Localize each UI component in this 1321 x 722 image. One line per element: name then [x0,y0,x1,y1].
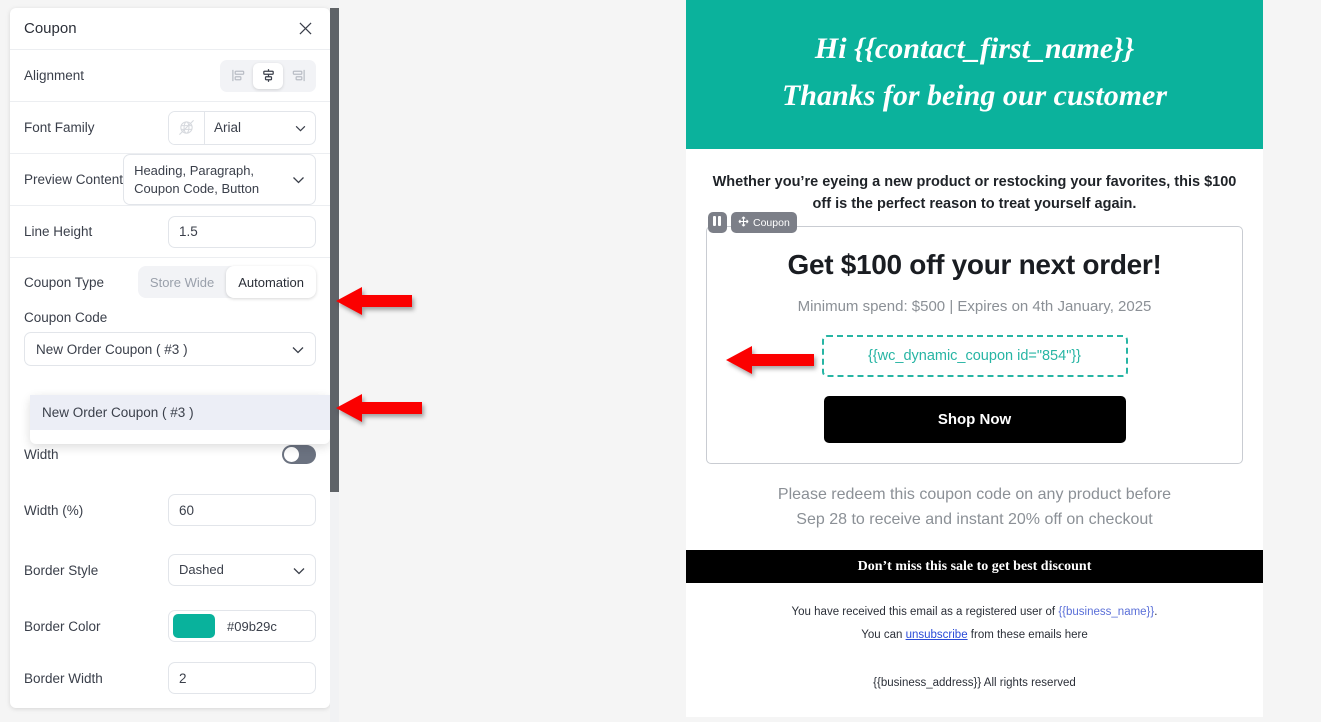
line-height-row: Line Height 1.5 [10,206,330,259]
coupon-code-value: New Order Coupon ( #3 ) [36,341,188,357]
chevron-down-icon [295,120,306,135]
font-family-select[interactable]: Arial [205,112,315,144]
border-width-row: Border Width 2 [10,652,330,704]
annotation-arrow-coupon-code-option [336,394,422,422]
footer-address: {{business_address}} All rights reserved [873,677,1076,690]
alignment-segmented-control [220,59,316,92]
close-icon[interactable] [294,18,316,40]
align-right-icon[interactable] [283,63,313,89]
shop-now-button[interactable]: Shop Now [823,395,1126,443]
font-family-row: Font Family Arial [10,102,330,154]
border-color-swatch[interactable] [173,614,215,639]
width-toggle-label: Width [24,446,59,462]
font-family-combo: Arial [168,110,316,145]
coupon-element-badge[interactable]: Coupon [731,212,797,233]
border-color-row: Border Color #09b29c [10,600,330,652]
coupon-code-row: Coupon Code New Order Coupon ( #3 ) [10,306,330,367]
border-style-row: Border Style Dashed [10,540,330,600]
coupon-code-label: Coupon Code [24,310,108,326]
font-family-label: Font Family [24,120,95,135]
align-left-icon[interactable] [223,63,253,89]
coupon-type-toggle-group: Store Wide Automation [137,266,316,299]
panel-title: Coupon [24,20,77,37]
email-body: Whether you’re eyeing a new product or r… [686,149,1263,216]
width-percent-label: Width (%) [24,502,84,518]
preview-content-label: Preview Content [24,172,124,188]
footer-line-1: You have received this email as a regist… [706,601,1243,623]
align-center-icon[interactable] [253,62,283,89]
coupon-code-option[interactable]: New Order Coupon ( #3 ) [30,395,330,430]
border-style-select[interactable]: Dashed [168,554,316,587]
coupon-type-label: Coupon Type [24,274,105,290]
coupon-code-select[interactable]: New Order Coupon ( #3 ) [24,332,316,367]
footer-line2-after: from these emails here [967,628,1088,641]
border-style-value: Dashed [179,562,224,578]
line-height-input[interactable]: 1.5 [168,215,316,248]
width-percent-row: Width (%) 60 [10,480,330,540]
promo-black-bar: Don’t miss this sale to get best discoun… [686,550,1263,584]
coupon-code-box[interactable]: {{wc_dynamic_coupon id="854"}} [821,334,1128,377]
coupon-badge-label: Coupon [753,216,790,229]
footer-business-name-var: {{business_name}} [1058,606,1155,619]
border-width-input[interactable]: 2 [168,662,316,695]
coupon-type-automation-option[interactable]: Automation [226,266,316,299]
footer-line-2: You can unsubscribe from these emails he… [706,624,1243,646]
globe-slash-icon[interactable] [169,111,205,144]
border-width-label: Border Width [24,670,103,686]
drag-handle-badge[interactable] [708,212,727,233]
unsubscribe-link[interactable]: unsubscribe [906,629,968,641]
footer-line1-after: . [1154,606,1158,619]
border-style-label: Border Style [24,562,99,578]
font-family-value: Arial [214,120,242,135]
preview-content-select[interactable]: Heading, Paragraph, Coupon Code, Button [123,154,316,206]
annotation-arrow-coupon-code-preview [726,346,814,374]
line-height-label: Line Height [24,224,93,240]
panel-header: Coupon [10,8,330,50]
annotation-arrow-coupon-type [336,287,412,315]
element-badge-row: Coupon [708,212,797,233]
intro-paragraph: Whether you’re eyeing a new product or r… [712,174,1237,213]
redeem-line-2: Sep 28 to receive and instant 20% off on… [796,511,1153,529]
hero-thanks-line: Thanks for being our customer [781,78,1168,112]
redeem-instructions: Please redeem this coupon code on any pr… [686,482,1263,533]
coupon-subtext: Minimum spend: $500 | Expires on 4th Jan… [797,297,1152,315]
coupon-code-dropdown-list: New Order Coupon ( #3 ) [30,395,330,444]
app-root: Hi {{contact_first_name}} Thanks for bei… [0,0,1321,722]
drag-handle-icon [713,216,722,229]
hero-greeting-line: Hi {{contact_first_name}} [814,32,1135,65]
border-color-hex: #09b29c [227,618,277,634]
move-arrows-icon [738,216,749,230]
coupon-heading: Get $100 off your next order! [787,248,1162,280]
email-hero-section: Hi {{contact_first_name}} Thanks for bei… [686,0,1263,149]
chevron-down-icon [293,563,305,578]
alignment-row: Alignment [10,50,330,102]
footer-line1-before: You have received this email as a regist… [791,606,1059,619]
preview-content-row: Preview Content Heading, Paragraph, Coup… [10,154,330,207]
coupon-settings-panel: Coupon Alignment Font Family Arial Previ… [10,8,330,708]
toggle-knob [284,446,299,462]
border-color-label: Border Color [24,618,101,634]
alignment-label: Alignment [24,68,85,83]
email-footer: You have received this email as a regist… [686,583,1263,694]
footer-line2-before: You can [861,628,906,641]
coupon-type-row: Coupon Type Store Wide Automation [10,258,330,306]
width-percent-input[interactable]: 60 [168,494,316,527]
chevron-down-icon [292,342,304,357]
border-color-field[interactable]: #09b29c [168,610,316,643]
chevron-down-icon [292,172,305,187]
coupon-type-store-wide-option[interactable]: Store Wide [138,266,226,298]
preview-content-value: Heading, Paragraph, Coupon Code, Button [134,163,260,196]
redeem-line-1: Please redeem this coupon code on any pr… [777,485,1172,503]
width-toggle[interactable] [282,444,316,464]
panel-scrollbar-track[interactable] [330,0,339,722]
